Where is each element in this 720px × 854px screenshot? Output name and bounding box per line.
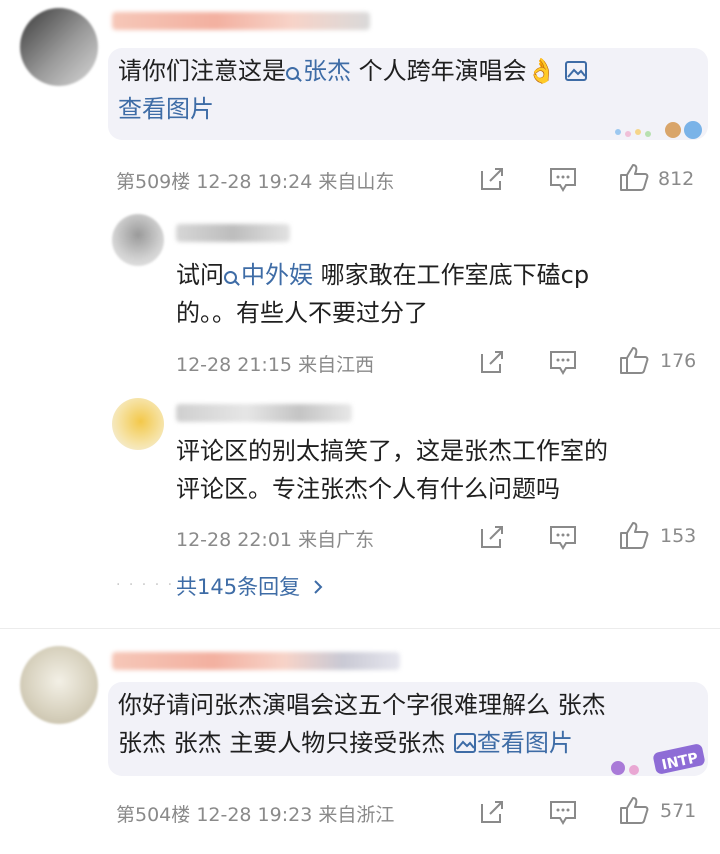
thumbs-up-icon[interactable] <box>618 345 650 375</box>
share-icon[interactable] <box>478 165 506 193</box>
username[interactable] <box>112 12 370 30</box>
username[interactable] <box>176 404 352 422</box>
comment-icon[interactable] <box>548 348 578 376</box>
sticker-decoration: INTP <box>606 740 708 780</box>
avatar[interactable] <box>112 214 164 266</box>
topic-link[interactable]: 中外娱 <box>224 261 313 289</box>
comment-icon[interactable] <box>548 165 578 193</box>
reply-meta: 12-28 22:01 来自广东 <box>176 529 375 551</box>
search-icon <box>286 67 299 80</box>
thumbs-up-icon[interactable] <box>618 520 650 550</box>
more-replies-link[interactable]: 共145条回复 <box>176 571 325 601</box>
sticker-decoration <box>608 114 708 144</box>
comment-icon[interactable] <box>548 798 578 826</box>
divider <box>0 628 720 629</box>
avatar[interactable] <box>20 8 98 86</box>
comment-icon[interactable] <box>548 523 578 551</box>
like-count: 153 <box>660 525 697 547</box>
topic-link[interactable]: 张杰 <box>286 57 351 85</box>
share-icon[interactable] <box>478 523 506 551</box>
avatar[interactable] <box>112 398 164 450</box>
reply-text: 试问 中外娱 哪家敢在工作室底下磕cp 的。。有些人不要过分了 <box>176 261 590 327</box>
reply-meta: 12-28 21:15 来自江西 <box>176 354 375 376</box>
chevron-right-icon <box>314 580 323 594</box>
comment-meta: 第504楼 12-28 19:23 来自浙江 <box>116 804 395 826</box>
like-count: 571 <box>660 800 697 822</box>
like-count: 176 <box>660 350 697 372</box>
image-icon[interactable] <box>564 57 588 85</box>
view-image-link[interactable]: 查看图片 <box>477 729 573 757</box>
reply-text: 评论区的别太搞笑了，这是张杰工作室的 评论区。专注张杰个人有什么问题吗 <box>176 437 608 503</box>
avatar[interactable] <box>20 646 98 724</box>
like-count: 812 <box>658 168 695 190</box>
image-icon[interactable] <box>453 729 477 757</box>
username[interactable] <box>176 224 290 242</box>
comment-meta: 第509楼 12-28 19:24 来自山东 <box>116 171 395 193</box>
username[interactable] <box>112 652 400 670</box>
share-icon[interactable] <box>478 348 506 376</box>
share-icon[interactable] <box>478 798 506 826</box>
view-image-link[interactable]: 查看图片 <box>118 95 214 123</box>
search-icon <box>224 271 237 284</box>
thumbs-up-icon[interactable] <box>618 162 650 192</box>
thumbs-up-icon[interactable] <box>618 795 650 825</box>
